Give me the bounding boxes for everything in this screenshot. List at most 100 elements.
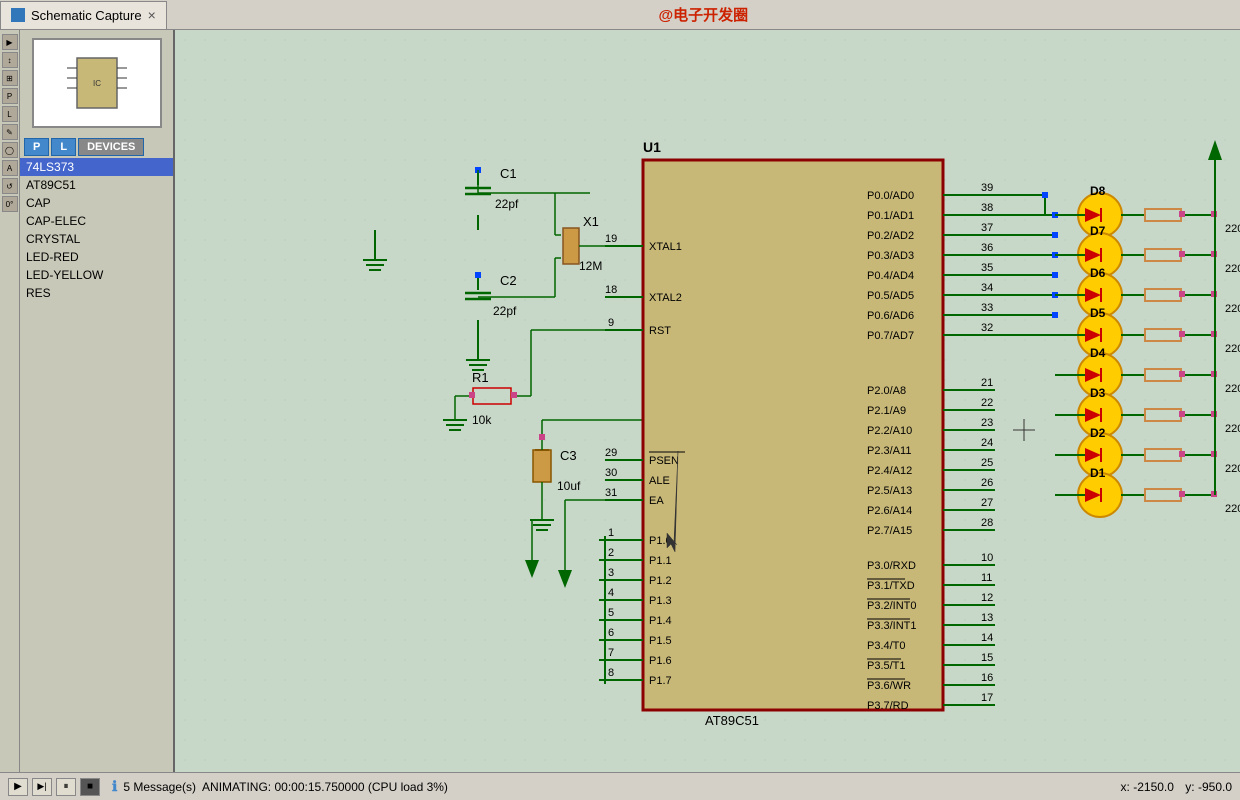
toolbar-btn-8[interactable]: A bbox=[2, 160, 18, 176]
toolbar-btn-5[interactable]: L bbox=[2, 106, 18, 122]
x-label: x: bbox=[1121, 780, 1130, 794]
tab-icon bbox=[11, 8, 25, 22]
tab-bar: Schematic Capture × @电子开发圈 bbox=[0, 0, 1240, 30]
play-button[interactable]: ▶ bbox=[8, 778, 28, 796]
panel-tab-p[interactable]: P bbox=[24, 138, 49, 156]
toolbar-btn-10[interactable]: 0° bbox=[2, 196, 18, 212]
svg-text:39: 39 bbox=[981, 182, 993, 194]
svg-text:3: 3 bbox=[608, 567, 614, 579]
status-bar: ▶ ▶| ⏸ ■ ℹ 5 Message(s) ANIMATING: 00:00… bbox=[0, 772, 1240, 800]
device-item-crystal[interactable]: CRYSTAL bbox=[20, 230, 173, 248]
svg-text:PSEN: PSEN bbox=[649, 455, 679, 467]
svg-text:12M: 12M bbox=[579, 259, 602, 273]
svg-text:D6: D6 bbox=[1090, 266, 1106, 280]
toolbar-btn-2[interactable]: ↕ bbox=[2, 52, 18, 68]
toolbar-btn-7[interactable]: ◯ bbox=[2, 142, 18, 158]
device-item-cap[interactable]: CAP bbox=[20, 194, 173, 212]
svg-text:27: 27 bbox=[981, 497, 993, 509]
step-button[interactable]: ▶| bbox=[32, 778, 52, 796]
y-value: -950.0 bbox=[1198, 780, 1232, 794]
svg-text:D7: D7 bbox=[1090, 224, 1106, 238]
svg-text:C2: C2 bbox=[500, 273, 517, 288]
schematic-capture-tab[interactable]: Schematic Capture × bbox=[0, 1, 167, 29]
svg-text:P2.3/A11: P2.3/A11 bbox=[867, 445, 911, 457]
svg-text:P3.2/INT0: P3.2/INT0 bbox=[867, 600, 917, 612]
svg-text:14: 14 bbox=[981, 632, 993, 644]
svg-text:11: 11 bbox=[981, 572, 992, 584]
svg-text:21: 21 bbox=[981, 377, 993, 389]
svg-text:P3.5/T1: P3.5/T1 bbox=[867, 660, 906, 672]
device-item-led-red[interactable]: LED-RED bbox=[20, 248, 173, 266]
panel-tab-devices[interactable]: DEVICES bbox=[78, 138, 144, 156]
device-list: 74LS373 AT89C51 CAP CAP-ELEC CRYSTAL LED… bbox=[20, 158, 173, 772]
device-item-at89c51[interactable]: AT89C51 bbox=[20, 176, 173, 194]
svg-text:37: 37 bbox=[981, 222, 993, 234]
panel-tab-l[interactable]: L bbox=[51, 138, 76, 156]
stop-button[interactable]: ■ bbox=[80, 778, 100, 796]
pause-button[interactable]: ⏸ bbox=[56, 778, 76, 796]
svg-text:10: 10 bbox=[981, 552, 993, 564]
svg-text:30: 30 bbox=[605, 467, 617, 479]
svg-text:36: 36 bbox=[981, 242, 993, 254]
svg-text:6: 6 bbox=[608, 627, 614, 639]
y-label: y: bbox=[1185, 780, 1194, 794]
side-panel: IC P L DEVICES 74LS373 AT89C51 CAP CAP-E… bbox=[20, 30, 175, 772]
svg-text:31: 31 bbox=[605, 487, 617, 499]
svg-text:10uf: 10uf bbox=[557, 479, 581, 493]
x-value: -2150.0 bbox=[1133, 780, 1174, 794]
svg-text:P0.0/AD0: P0.0/AD0 bbox=[867, 190, 914, 202]
device-item-led-yellow[interactable]: LED-YELLOW bbox=[20, 266, 173, 284]
toolbar-btn-1[interactable]: ▶ bbox=[2, 34, 18, 50]
status-info: ℹ 5 Message(s) ANIMATING: 00:00:15.75000… bbox=[112, 778, 448, 795]
main-layout: ▶ ↕ ⊞ P L ✎ ◯ A ↺ 0° IC P L DEVICES bbox=[0, 30, 1240, 772]
device-item-res[interactable]: RES bbox=[20, 284, 173, 302]
preview-svg: IC bbox=[57, 48, 137, 118]
svg-text:P0.3/AD3: P0.3/AD3 bbox=[867, 250, 914, 262]
svg-text:10k: 10k bbox=[472, 413, 492, 427]
device-item-cap-elec[interactable]: CAP-ELEC bbox=[20, 212, 173, 230]
info-icon: ℹ bbox=[112, 778, 117, 795]
svg-text:P3.4/T0: P3.4/T0 bbox=[867, 640, 906, 652]
svg-text:18: 18 bbox=[605, 284, 617, 296]
svg-text:P2.5/A13: P2.5/A13 bbox=[867, 485, 912, 497]
svg-text:P0.4/AD4: P0.4/AD4 bbox=[867, 270, 914, 282]
svg-text:EA: EA bbox=[649, 495, 664, 507]
svg-text:P1.5: P1.5 bbox=[649, 635, 672, 647]
toolbar-btn-3[interactable]: ⊞ bbox=[2, 70, 18, 86]
svg-text:220: 220 bbox=[1225, 463, 1240, 475]
svg-text:220: 220 bbox=[1225, 503, 1240, 515]
tab-title: Schematic Capture bbox=[31, 8, 142, 23]
svg-text:D4: D4 bbox=[1090, 346, 1106, 360]
svg-text:9: 9 bbox=[608, 317, 614, 329]
svg-text:ALE: ALE bbox=[649, 475, 670, 487]
tab-close-button[interactable]: × bbox=[148, 7, 156, 23]
schematic-canvas[interactable]: C1 22pf C2 22pf X1 1 bbox=[175, 30, 1240, 772]
svg-text:220: 220 bbox=[1225, 423, 1240, 435]
svg-text:D2: D2 bbox=[1090, 426, 1106, 440]
svg-text:38: 38 bbox=[981, 202, 993, 214]
svg-text:24: 24 bbox=[981, 437, 993, 449]
svg-text:17: 17 bbox=[981, 692, 993, 704]
toolbar-btn-6[interactable]: ✎ bbox=[2, 124, 18, 140]
svg-text:28: 28 bbox=[981, 517, 993, 529]
svg-text:2: 2 bbox=[608, 547, 614, 559]
playback-controls: ▶ ▶| ⏸ ■ bbox=[8, 778, 100, 796]
svg-text:XTAL1: XTAL1 bbox=[649, 241, 682, 253]
svg-text:34: 34 bbox=[981, 282, 993, 294]
svg-text:8: 8 bbox=[608, 667, 614, 679]
toolbar-btn-4[interactable]: P bbox=[2, 88, 18, 104]
svg-text:P2.1/A9: P2.1/A9 bbox=[867, 405, 906, 417]
device-item-74ls373[interactable]: 74LS373 bbox=[20, 158, 173, 176]
svg-text:220: 220 bbox=[1225, 303, 1240, 315]
svg-text:C1: C1 bbox=[500, 166, 517, 181]
svg-text:19: 19 bbox=[605, 233, 617, 245]
svg-text:32: 32 bbox=[981, 322, 993, 334]
svg-text:26: 26 bbox=[981, 477, 993, 489]
svg-text:22pf: 22pf bbox=[493, 304, 517, 318]
svg-text:P3.6/WR: P3.6/WR bbox=[867, 680, 911, 692]
svg-text:23: 23 bbox=[981, 417, 993, 429]
svg-text:P1.7: P1.7 bbox=[649, 675, 672, 687]
svg-text:P1.2: P1.2 bbox=[649, 575, 672, 587]
svg-text:P0.1/AD1: P0.1/AD1 bbox=[867, 210, 914, 222]
toolbar-btn-9[interactable]: ↺ bbox=[2, 178, 18, 194]
